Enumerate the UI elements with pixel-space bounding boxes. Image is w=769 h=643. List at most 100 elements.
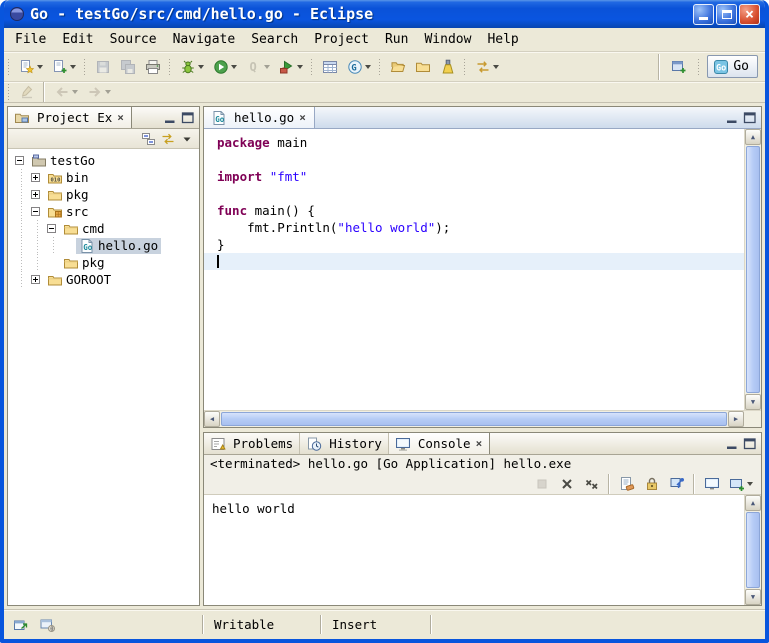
- new-wizard-button[interactable]: [15, 55, 46, 79]
- minimize-button[interactable]: [693, 4, 714, 25]
- tree-item-pkg[interactable]: pkg: [8, 254, 199, 271]
- forward-button[interactable]: [83, 83, 114, 102]
- tree-item-bin[interactable]: 010bin: [8, 169, 199, 186]
- toolbar-grip[interactable]: [83, 58, 86, 76]
- link-with-editor-button[interactable]: [159, 131, 177, 147]
- editor-vertical-scrollbar[interactable]: ▲ ▼: [744, 129, 761, 410]
- new-element-button[interactable]: [48, 55, 79, 79]
- print-button[interactable]: [141, 55, 164, 79]
- clear-console-button[interactable]: [615, 474, 638, 494]
- tab-project-explorer[interactable]: Project Ex ×: [8, 107, 132, 128]
- tree-item-cmd[interactable]: cmd: [8, 220, 199, 237]
- toolbar-grip[interactable]: [310, 58, 313, 76]
- menu-search[interactable]: Search: [243, 29, 306, 50]
- collapse-handle-icon[interactable]: [29, 205, 42, 218]
- scrollbar-track[interactable]: [745, 145, 761, 394]
- open-console-button[interactable]: [725, 474, 756, 494]
- scroll-lock-button[interactable]: [640, 474, 663, 494]
- expand-handle-icon[interactable]: [29, 188, 42, 201]
- run-button[interactable]: [209, 55, 240, 79]
- terminate-button[interactable]: [530, 474, 553, 494]
- open-perspective-button[interactable]: [667, 55, 690, 79]
- run-config-button[interactable]: Q: [242, 55, 273, 79]
- toolbar-grip[interactable]: [463, 58, 466, 76]
- toolbar-grip[interactable]: [378, 58, 381, 76]
- scroll-left-button[interactable]: ◀: [204, 411, 220, 427]
- menu-project[interactable]: Project: [306, 29, 377, 50]
- maximize-view-button[interactable]: [179, 110, 197, 126]
- remove-launch-button[interactable]: [555, 474, 578, 494]
- tab-console[interactable]: Console×: [389, 433, 490, 454]
- maximize-console-button[interactable]: [741, 436, 759, 452]
- display-selected-console-button[interactable]: [700, 474, 723, 494]
- view-menu-button[interactable]: [178, 131, 196, 147]
- minimize-view-button[interactable]: [161, 110, 179, 126]
- expand-handle-icon[interactable]: [29, 171, 42, 184]
- console-output[interactable]: hello world: [204, 495, 744, 605]
- minimize-editor-button[interactable]: [723, 110, 741, 126]
- save-button[interactable]: [91, 55, 114, 79]
- toolbar-grip[interactable]: [7, 83, 10, 101]
- editor-horizontal-scrollbar[interactable]: ◀ ▶: [204, 411, 744, 427]
- status-badge-icon[interactable]: 0: [39, 617, 55, 633]
- eclipse-logo-icon: [9, 6, 25, 22]
- scroll-up-button[interactable]: ▲: [745, 129, 761, 145]
- close-console-button[interactable]: ×: [475, 437, 484, 450]
- tab-hello-go[interactable]: Go hello.go ×: [204, 107, 315, 128]
- menu-help[interactable]: Help: [479, 29, 526, 50]
- tree-item-testgo[interactable]: testGo: [8, 152, 199, 169]
- scrollbar-thumb[interactable]: [746, 146, 760, 393]
- title-bar[interactable]: Go - testGo/src/cmd/hello.go - Eclipse ×: [4, 0, 765, 28]
- scrollbar-thumb[interactable]: [746, 512, 760, 588]
- scrollbar-thumb[interactable]: [221, 412, 727, 426]
- expand-handle-icon[interactable]: [29, 273, 42, 286]
- tree-item-src[interactable]: src: [8, 203, 199, 220]
- collapse-handle-icon[interactable]: [45, 222, 58, 235]
- toolbar-grip[interactable]: [168, 58, 171, 76]
- collapse-all-button[interactable]: [140, 131, 158, 147]
- code-editor[interactable]: package mainimport "fmt"func main() { fm…: [204, 129, 744, 410]
- scroll-down-button[interactable]: ▼: [745, 589, 761, 605]
- toolbar-grip[interactable]: [7, 58, 10, 76]
- toolbar-grip[interactable]: [697, 58, 700, 76]
- tab-history[interactable]: History: [300, 433, 389, 454]
- scroll-down-button[interactable]: ▼: [745, 394, 761, 410]
- fast-view-icon[interactable]: [13, 617, 29, 633]
- open-type-button[interactable]: [386, 55, 409, 79]
- minimize-console-button[interactable]: [723, 436, 741, 452]
- external-tools-button[interactable]: [275, 55, 306, 79]
- collapse-handle-icon[interactable]: [13, 154, 26, 167]
- maximize-editor-button[interactable]: [741, 110, 759, 126]
- go-perspective-button[interactable]: Go Go: [707, 55, 758, 78]
- pin-console-button[interactable]: [665, 474, 688, 494]
- tree-item-pkg[interactable]: pkg: [8, 186, 199, 203]
- menu-edit[interactable]: Edit: [54, 29, 101, 50]
- menu-navigate[interactable]: Navigate: [165, 29, 244, 50]
- close-project-explorer-button[interactable]: ×: [116, 111, 125, 124]
- scroll-up-button[interactable]: ▲: [745, 495, 761, 511]
- scrollbar-track[interactable]: [220, 411, 728, 427]
- debug-button[interactable]: [176, 55, 207, 79]
- maximize-button[interactable]: [716, 4, 737, 25]
- back-button[interactable]: [50, 83, 81, 102]
- scroll-right-button[interactable]: ▶: [728, 411, 744, 427]
- team-sync-button[interactable]: [471, 55, 502, 79]
- console-vertical-scrollbar[interactable]: ▲ ▼: [744, 495, 761, 605]
- close-editor-tab-button[interactable]: ×: [298, 111, 307, 124]
- tree-item-goroot[interactable]: GOROOT: [8, 271, 199, 288]
- open-resource-button[interactable]: [411, 55, 434, 79]
- close-button[interactable]: ×: [739, 4, 760, 25]
- scrollbar-track[interactable]: [745, 511, 761, 589]
- tree-item-hello-go[interactable]: Gohello.go: [8, 237, 199, 254]
- go-launch-button[interactable]: G: [343, 55, 374, 79]
- remove-all-terminated-button[interactable]: [580, 474, 603, 494]
- menu-source[interactable]: Source: [102, 29, 165, 50]
- tab-problems[interactable]: Problems: [204, 433, 300, 454]
- save-all-button[interactable]: [116, 55, 139, 79]
- menu-file[interactable]: File: [7, 29, 54, 50]
- last-edit-location-button[interactable]: [15, 83, 38, 102]
- menu-run[interactable]: Run: [377, 29, 416, 50]
- new-go-element-button[interactable]: [318, 55, 341, 79]
- search-button[interactable]: [436, 55, 459, 79]
- menu-window[interactable]: Window: [416, 29, 479, 50]
